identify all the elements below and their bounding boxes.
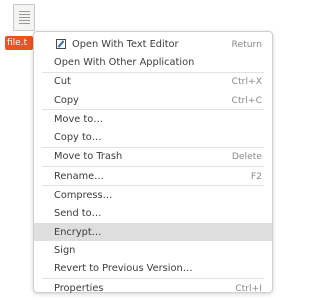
menu-item-label: Copy to… — [54, 132, 102, 144]
menu-item-shortcut: Delete — [231, 151, 262, 163]
menu-item-label: Open With Text Editor — [72, 38, 179, 50]
menu-item-shortcut: Ctrl+X — [231, 76, 262, 88]
menu-item-label: Sign — [54, 244, 76, 256]
menu-item-rename[interactable]: Rename… F2 — [34, 167, 272, 185]
menu-item-label: Encrypt… — [54, 226, 102, 238]
menu-item-open-with-other-application[interactable]: Open With Other Application — [34, 53, 272, 71]
menu-item-move-to[interactable]: Move to… — [34, 110, 272, 128]
menu-item-shortcut: Return — [231, 38, 263, 50]
menu-item-shortcut: Ctrl+C — [231, 94, 262, 106]
menu-item-copy-to[interactable]: Copy to… — [34, 128, 272, 146]
menu-item-label: Revert to Previous Version… — [54, 263, 193, 275]
menu-item-compress[interactable]: Compress… — [34, 186, 272, 204]
text-editor-icon — [56, 39, 66, 49]
menu-item-label: Rename… — [54, 170, 104, 182]
menu-item-properties[interactable]: Properties Ctrl+I — [34, 279, 272, 297]
menu-item-label: Send to… — [54, 208, 102, 220]
menu-item-label: Copy — [54, 94, 79, 106]
menu-item-revert-to-previous-version[interactable]: Revert to Previous Version… — [34, 260, 272, 278]
menu-item-label: Move to Trash — [54, 151, 123, 163]
context-menu: Open With Text Editor Return Open With Oth… — [33, 31, 273, 294]
menu-item-cut[interactable]: Cut Ctrl+X — [34, 73, 272, 91]
menu-item-label: Cut — [54, 76, 71, 88]
menu-item-label: Move to… — [54, 113, 104, 125]
menu-item-move-to-trash[interactable]: Move to Trash Delete — [34, 148, 272, 166]
file-name-label[interactable]: file.t — [5, 36, 33, 50]
text-file-icon[interactable] — [13, 4, 35, 31]
menu-item-shortcut: Ctrl+I — [235, 282, 262, 294]
menu-item-label: Compress… — [54, 190, 113, 202]
menu-item-sign[interactable]: Sign — [34, 241, 272, 259]
menu-item-send-to[interactable]: Send to… — [34, 205, 272, 223]
menu-item-open-with-text-editor[interactable]: Open With Text Editor Return — [34, 35, 272, 53]
menu-item-copy[interactable]: Copy Ctrl+C — [34, 91, 272, 109]
menu-item-label: Open With Other Application — [54, 56, 195, 68]
menu-item-encrypt[interactable]: Encrypt… — [34, 222, 272, 242]
menu-item-shortcut: F2 — [250, 170, 262, 182]
menu-item-label: Properties — [54, 282, 104, 294]
